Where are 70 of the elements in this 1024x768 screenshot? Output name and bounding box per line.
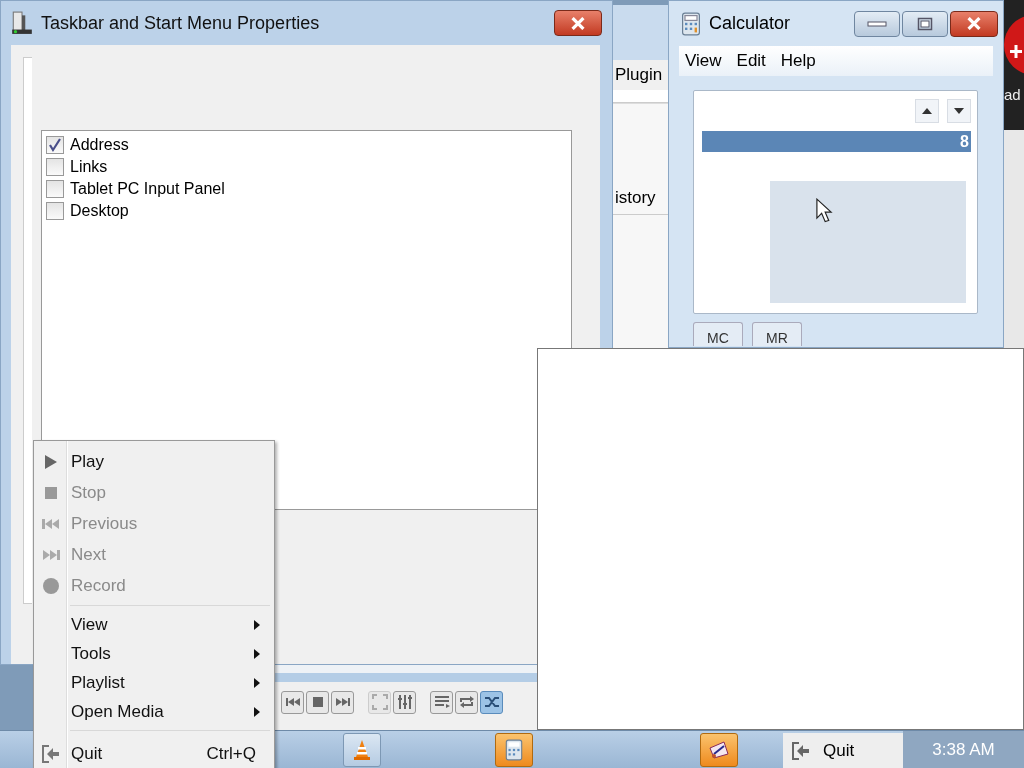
stop-icon bbox=[311, 696, 324, 708]
submenu-arrow-icon bbox=[254, 677, 260, 688]
checkbox[interactable] bbox=[46, 136, 64, 154]
close-icon bbox=[966, 17, 982, 30]
cursor-icon bbox=[815, 198, 833, 224]
checkbox[interactable] bbox=[46, 158, 64, 176]
window-text: ad bbox=[1004, 86, 1022, 103]
close-icon bbox=[570, 16, 586, 30]
calculator-icon[interactable] bbox=[495, 733, 533, 767]
quit-menu-item[interactable]: Quit bbox=[783, 733, 903, 768]
minimize-icon bbox=[867, 19, 887, 28]
submenu-arrow-icon bbox=[254, 619, 260, 630]
previous-icon bbox=[41, 517, 60, 530]
menu-item[interactable]: Edit bbox=[736, 51, 766, 71]
play-icon bbox=[43, 454, 58, 469]
record-icon bbox=[42, 577, 59, 594]
maximize-icon bbox=[917, 16, 933, 31]
checkbox-label: Desktop bbox=[70, 202, 129, 220]
history-entry[interactable]: 8 bbox=[702, 131, 971, 152]
window-title: Taskbar and Start Menu Properties bbox=[41, 12, 321, 34]
stop-button[interactable] bbox=[306, 690, 329, 714]
app-icon[interactable] bbox=[700, 733, 738, 767]
close-button[interactable] bbox=[950, 10, 998, 37]
menu-item[interactable]: Help bbox=[780, 51, 816, 71]
cone-icon[interactable] bbox=[343, 733, 381, 767]
memory-button[interactable]: MR bbox=[752, 322, 802, 346]
submenu-arrow-icon bbox=[254, 648, 260, 659]
previous-button[interactable] bbox=[281, 690, 304, 714]
menu-label: Quit bbox=[823, 741, 855, 761]
fullscreen-icon bbox=[371, 694, 388, 710]
stop-icon bbox=[44, 486, 57, 499]
memory-button[interactable]: MC bbox=[693, 322, 743, 346]
playlist-button[interactable] bbox=[430, 690, 453, 714]
scroll-up-button[interactable] bbox=[915, 99, 939, 123]
equalizer-button[interactable] bbox=[393, 690, 416, 714]
shuffle-icon bbox=[483, 695, 500, 709]
loop-icon bbox=[458, 695, 475, 709]
menu-item[interactable]: View bbox=[34, 610, 274, 639]
exit-icon bbox=[40, 744, 61, 764]
menu-item[interactable]: View bbox=[685, 51, 722, 71]
submenu-arrow-icon bbox=[254, 706, 260, 717]
loop-button[interactable] bbox=[455, 690, 478, 714]
checkbox-label: Links bbox=[70, 158, 108, 176]
menu-item[interactable]: Open Media bbox=[34, 697, 274, 726]
menu-item[interactable]: Play bbox=[34, 446, 274, 477]
checkbox[interactable] bbox=[46, 180, 64, 198]
checkbox-label: Tablet PC Input Panel bbox=[70, 180, 225, 198]
checkbox[interactable] bbox=[46, 202, 64, 220]
window-title: Calculator bbox=[709, 13, 791, 34]
checkbox-label: Address bbox=[70, 136, 129, 154]
menu-item[interactable]: Tools bbox=[34, 639, 274, 668]
previous-icon bbox=[284, 696, 301, 708]
next-icon bbox=[334, 696, 351, 708]
shortcut-label: Ctrl+Q bbox=[206, 744, 256, 764]
taskbar-icon bbox=[11, 11, 33, 35]
shuffle-button[interactable] bbox=[480, 690, 503, 714]
up-arrow-icon bbox=[922, 108, 932, 114]
playlist-icon bbox=[433, 695, 450, 709]
next-icon bbox=[41, 548, 60, 561]
close-button[interactable] bbox=[554, 10, 602, 36]
menu-item[interactable]: Playlist bbox=[34, 668, 274, 697]
scroll-down-button[interactable] bbox=[947, 99, 971, 123]
calculator-icon bbox=[681, 11, 701, 36]
sliders-icon bbox=[396, 694, 413, 710]
maximize-button[interactable] bbox=[902, 10, 948, 37]
next-button[interactable] bbox=[331, 690, 354, 714]
exit-icon bbox=[791, 741, 811, 761]
minimize-button[interactable] bbox=[854, 10, 900, 37]
down-arrow-icon bbox=[954, 108, 964, 114]
menu-item[interactable]: Quit Ctrl+Q bbox=[34, 735, 274, 768]
